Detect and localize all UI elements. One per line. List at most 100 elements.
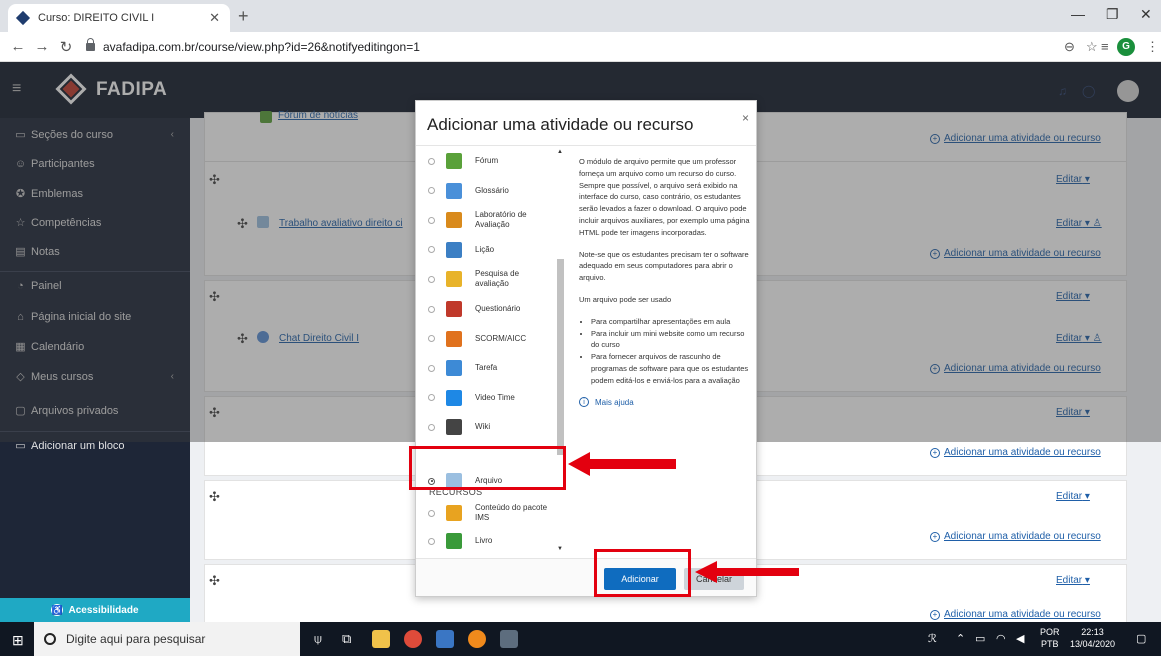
radio-button[interactable] (428, 157, 435, 165)
browser-tab[interactable]: Curso: DIREITO CIVIL I ✕ (8, 4, 230, 32)
activity-option-label: Wiki (475, 422, 491, 432)
browser-menu-icon[interactable]: ⋮ (1146, 39, 1159, 55)
address-bar: ← → ↻ avafadipa.com.br/course/view.php?i… (0, 32, 1161, 62)
site-favicon-icon (15, 10, 31, 26)
volume-icon[interactable]: ◀ (1016, 632, 1024, 645)
scroll-up-icon[interactable]: ▲ (557, 149, 563, 155)
dialog-close-icon[interactable]: × (742, 111, 749, 125)
edit-section-link[interactable]: Editar ▾ (1056, 491, 1090, 502)
activity-option[interactable]: Lição (416, 235, 556, 265)
activity-option-label: SCORM/AICC (475, 333, 527, 343)
minimize-icon[interactable]: — (1071, 6, 1085, 22)
activity-type-icon (446, 241, 462, 258)
radio-button[interactable] (428, 509, 435, 517)
firefox-icon[interactable] (468, 630, 486, 648)
radio-button[interactable] (428, 423, 435, 431)
bookmark-star-icon[interactable]: ☆ (1086, 39, 1098, 55)
people-icon[interactable]: ℛ (928, 632, 937, 645)
activity-option-label: Laboratório de Avaliação (475, 210, 527, 230)
move-icon[interactable]: ✣ (209, 573, 220, 589)
activity-type-icon (446, 389, 462, 406)
resource-type-icon (446, 533, 462, 549)
activity-option[interactable]: Tarefa (416, 353, 556, 383)
activity-option-label: Glossário (475, 185, 509, 195)
radio-button[interactable] (428, 537, 435, 545)
language-indicator[interactable]: POR PTB (1040, 626, 1060, 650)
windows-taskbar: ⊞ Digite aqui para pesquisar ⍦ ⧉ ℛ ⌃ ▭ ◠… (0, 622, 1161, 656)
app-icon[interactable] (436, 630, 454, 648)
activity-option[interactable]: Fórum (416, 146, 556, 176)
description-paragraph: Note-se que os estudantes precisam ter o… (579, 249, 749, 283)
taskbar-search[interactable]: Digite aqui para pesquisar (34, 622, 300, 656)
back-icon[interactable]: ← (6, 38, 30, 55)
add-activity-link[interactable]: + Adicionar uma atividade ou recurso (930, 531, 1101, 542)
radio-button[interactable] (428, 246, 435, 254)
radio-button[interactable] (428, 187, 435, 195)
profile-avatar[interactable]: G (1117, 38, 1135, 56)
activity-option[interactable]: SCORM/AICC (416, 324, 556, 354)
taskbar-clock[interactable]: 22:13 13/04/2020 (1070, 626, 1115, 650)
window-close-icon[interactable]: ✕ (1140, 6, 1152, 23)
activity-option-label: Tarefa (475, 363, 498, 373)
reload-icon[interactable]: ↻ (54, 38, 78, 56)
plus-circle-icon: + (930, 531, 940, 542)
add-activity-link[interactable]: + Adicionar uma atividade ou recurso (930, 609, 1101, 620)
app-icon[interactable] (500, 630, 518, 648)
option-list-scrollbar[interactable] (557, 259, 564, 455)
new-tab-icon[interactable]: + (238, 6, 249, 27)
forward-icon[interactable]: → (30, 38, 54, 55)
resource-type-icon (446, 505, 462, 521)
activity-option-label: Lição (475, 244, 495, 254)
usage-item: Para fornecer arquivos de rascunho de pr… (591, 351, 751, 386)
url-text: avafadipa.com.br/course/view.php?id=26&n… (103, 40, 420, 54)
windows-start-icon[interactable]: ⊞ (12, 632, 24, 649)
usage-list: Para compartilhar apresentações em aula … (579, 316, 751, 387)
activity-option[interactable]: Wiki (416, 412, 556, 442)
activity-type-icon (446, 153, 462, 169)
radio-button[interactable] (428, 305, 435, 313)
activity-type-icon (446, 330, 462, 347)
info-icon: i (579, 397, 589, 408)
activity-option[interactable]: Glossário (416, 176, 556, 206)
resource-option[interactable]: Livro (416, 526, 556, 556)
battery-icon[interactable]: ▭ (975, 632, 985, 645)
restore-icon[interactable]: ❐ (1106, 6, 1119, 23)
activity-option[interactable]: Video Time (416, 383, 556, 413)
description-paragraph: Um arquivo pode ser usado (579, 294, 672, 304)
zoom-icon[interactable]: ⊖ (1064, 39, 1075, 55)
show-hidden-icons-icon[interactable]: ⌃ (956, 632, 965, 645)
scroll-down-icon[interactable]: ▼ (557, 546, 563, 552)
reading-list-icon[interactable]: ≡ (1101, 39, 1109, 54)
edit-section-link[interactable]: Editar ▾ (1056, 575, 1090, 586)
activity-type-icon (446, 271, 462, 288)
activity-option[interactable]: Laboratório de Avaliação (416, 205, 556, 235)
tab-close-icon[interactable]: ✕ (209, 10, 220, 26)
resource-option[interactable]: Conteúdo do pacote IMS (416, 498, 556, 528)
chrome-icon[interactable] (404, 630, 422, 648)
activity-option-label: Questionário (475, 304, 521, 313)
description-paragraph: O módulo de arquivo permite que um profe… (579, 157, 750, 237)
task-view-icon[interactable]: ⧉ (342, 631, 351, 647)
microphone-icon[interactable]: ⍦ (314, 631, 322, 647)
url-field[interactable]: avafadipa.com.br/course/view.php?id=26&n… (86, 36, 1046, 58)
notification-center-icon[interactable]: ▢ (1136, 632, 1146, 645)
radio-button[interactable] (428, 216, 435, 224)
usage-item: Para incluir um mini website como um rec… (591, 328, 751, 352)
activity-type-icon (446, 360, 462, 377)
radio-button[interactable] (428, 364, 435, 372)
file-explorer-icon[interactable] (372, 630, 390, 648)
add-activity-link[interactable]: + Adicionar uma atividade ou recurso (930, 447, 1101, 458)
accessibility-button[interactable]: ♿ Acessibilidade (0, 598, 190, 622)
activity-option-list: Fórum Glossário Laboratório de Avaliação Li… (416, 146, 564, 558)
browser-tab-bar: Curso: DIREITO CIVIL I ✕ + — ❐ ✕ (0, 0, 1161, 32)
activity-option-label: Video Time (475, 392, 515, 402)
radio-button[interactable] (428, 335, 435, 343)
wifi-icon[interactable]: ◠ (996, 632, 1006, 645)
activity-option[interactable]: Questionário (416, 294, 556, 324)
move-icon[interactable]: ✣ (209, 489, 220, 505)
annotation-arrow-left-icon (695, 561, 799, 583)
activity-option[interactable]: Pesquisa de avaliação (416, 264, 556, 294)
radio-button[interactable] (428, 275, 435, 283)
radio-button[interactable] (428, 394, 435, 402)
more-help-link[interactable]: i Mais ajuda (579, 397, 751, 409)
